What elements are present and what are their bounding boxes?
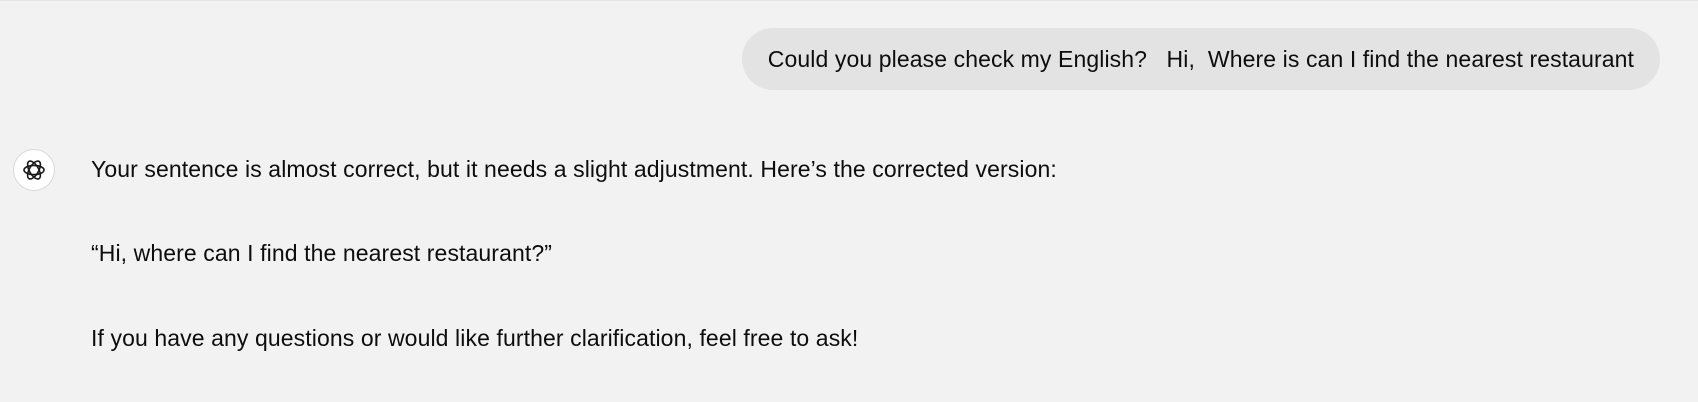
- assistant-paragraph: If you have any questions or would like …: [91, 325, 859, 351]
- assistant-paragraph: “Hi, where can I find the nearest restau…: [91, 240, 552, 266]
- top-divider: [0, 0, 1698, 1]
- assistant-paragraph: Your sentence is almost correct, but it …: [91, 156, 1057, 182]
- user-message-row: Could you please check my English? Hi, W…: [741, 28, 1660, 90]
- assistant-avatar: [13, 149, 55, 191]
- user-message-bubble: Could you please check my English? Hi, W…: [741, 28, 1660, 90]
- openai-logo-icon: [23, 160, 45, 180]
- user-message-text: Could you please check my English? Hi, W…: [767, 45, 1634, 72]
